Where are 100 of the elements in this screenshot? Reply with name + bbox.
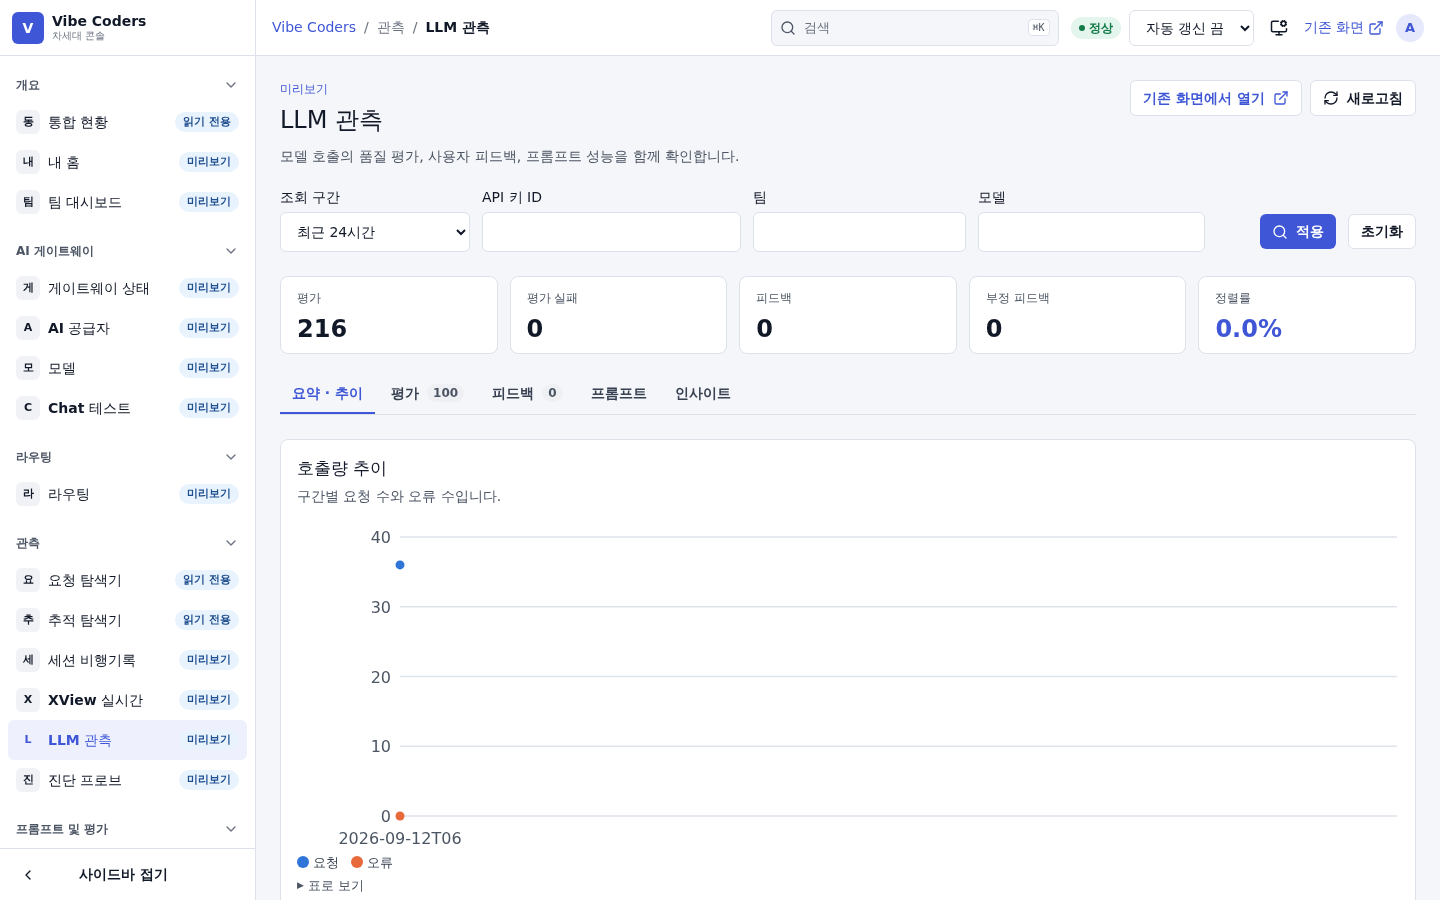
data-point [395,811,405,820]
item-badge: 미리보기 [179,397,239,419]
sidebar-item[interactable]: 내 내 홈 미리보기 [8,142,247,182]
item-badge: 미리보기 [179,769,239,791]
item-badge: 미리보기 [179,649,239,671]
legacy-link[interactable]: 기존 화면 [1303,17,1384,38]
stat-label: 평가 [297,290,322,307]
page-description: 모델 호출의 품질 평가, 사용자 피드백, 프롬프트 성능을 함께 확인합니다. [280,147,740,166]
item-label: 내 홈 [48,152,82,172]
item-label: 게이트웨이 상태 [48,278,152,298]
item-badge: 미리보기 [179,357,239,379]
item-label: 요청 탐색기 [48,570,124,590]
sidebar-item[interactable]: 모 모델 미리보기 [8,348,247,388]
tab[interactable]: 평가 100 [379,374,477,414]
status-badge: 정상 [1070,16,1121,39]
item-label: 진단 프로브 [48,770,124,790]
card-title: 호출량 추이 [297,457,389,480]
tab-count: 100 [427,384,465,402]
breadcrumb[interactable]: 관측 [376,17,405,38]
tab[interactable]: 피드백 0 [480,374,575,414]
open-legacy-button[interactable]: 기존 화면에서 열기 [1130,80,1302,116]
auto-refresh-select[interactable]: 자동 갱신 끔 [1128,9,1254,46]
breadcrumb: LLM 관측 [425,18,491,37]
filter-input[interactable] [482,212,741,252]
item-label: 라우팅 [48,484,91,504]
monitor-icon[interactable] [1269,18,1288,37]
sidebar-item[interactable]: 세 세션 비행기록 미리보기 [8,640,247,680]
sidebar-item[interactable]: A AI 공급자 미리보기 [8,308,247,348]
data-point [395,559,405,569]
sidebar-item[interactable]: L LLM 관측 미리보기 [8,720,247,760]
item-initial: 내 [16,150,40,174]
item-label: XView 실시간 [48,690,145,710]
item-label: 추적 탐색기 [48,610,124,630]
item-badge: 읽기 전용 [175,111,239,133]
item-badge: 미리보기 [179,277,239,299]
period-select[interactable]: 최근 24시간 [280,212,470,252]
item-label: LLM 관측 [48,730,114,750]
refresh-button[interactable]: 새로고침 [1310,80,1416,116]
item-label: Chat 테스트 [48,398,132,418]
sidebar-item[interactable]: C Chat 테스트 미리보기 [8,388,247,428]
stat-value: 0 [526,314,545,345]
item-initial: 요 [16,568,40,592]
item-label: 세션 비행기록 [48,650,138,670]
stat-value: 216 [297,314,349,345]
sidebar-item[interactable]: 추 추적 탐색기 읽기 전용 [8,600,247,640]
section-title: 라우팅 [16,449,52,466]
item-label: 통합 현황 [48,112,110,132]
item-initial: 팀 [16,190,40,214]
collapse-sidebar-button[interactable]: 사이드바 접기 [0,848,255,900]
sidebar-item[interactable]: 동 통합 현황 읽기 전용 [8,102,247,142]
item-label: 팀 대시보드 [48,192,124,212]
section-title: 프롬프트 및 평가 [16,821,109,838]
tab-count: 0 [542,384,563,402]
tab[interactable]: 요약 · 추이 [280,374,376,414]
item-initial: 세 [16,648,40,672]
item-initial: A [16,316,40,340]
stat-label: 평가 실패 [526,290,580,307]
card-subtitle: 구간별 요청 수와 오류 수입니다. [297,486,503,506]
item-initial: L [23,731,33,748]
brand-name: Vibe Coders [52,12,147,30]
search-input[interactable]: 검색 [803,17,1020,38]
eyebrow-label: 미리보기 [280,81,329,98]
avatar[interactable]: A [1396,13,1424,42]
item-initial: 동 [16,110,40,134]
stat-value: 0.0% [1215,314,1283,345]
breadcrumb[interactable]: Vibe Coders [272,17,356,38]
filter-input[interactable] [753,212,966,252]
reset-button[interactable]: 초기화 [1348,214,1416,249]
breadcrumb-separator: / [364,18,369,37]
sidebar-item[interactable]: 요 요청 탐색기 읽기 전용 [8,560,247,600]
item-badge: 미리보기 [179,191,239,213]
breadcrumb-separator: / [412,18,418,37]
item-initial: 게 [16,276,40,300]
item-badge: 읽기 전용 [175,609,239,631]
item-initial: C [16,396,40,420]
tab[interactable]: 인사이트 [662,374,743,414]
stat-label: 부정 피드백 [985,290,1051,307]
item-badge: 미리보기 [179,483,239,505]
apply-button[interactable]: 적용 [1260,214,1336,249]
stat-value: 0 [756,314,774,345]
stat-label: 피드백 [756,290,794,307]
table-toggle[interactable]: ▶ 표로 보기 [297,876,365,896]
sidebar-item[interactable]: 게 게이트웨이 상태 미리보기 [8,268,247,308]
legend-label: 요청 [313,853,339,872]
brand-subtitle: 차세대 콘솔 [52,30,107,43]
item-initial: X [16,688,40,712]
search-field[interactable]: 검색 ⌘K [770,9,1059,46]
item-initial: 추 [16,608,40,632]
filter-input[interactable] [978,212,1205,252]
brand-logo: V [12,11,44,44]
sidebar-item[interactable]: 진 진단 프로브 미리보기 [8,760,247,800]
filter-label: 팀 [753,188,768,207]
filter-label: API 키 ID [482,188,543,207]
sidebar-item[interactable]: 팀 팀 대시보드 미리보기 [8,182,247,222]
sidebar-item[interactable]: 라 라우팅 미리보기 [8,474,247,514]
external-link-icon [1273,90,1289,106]
search-icon [779,19,796,36]
item-initial: 진 [16,768,40,792]
tab[interactable]: 프롬프트 [578,374,659,414]
sidebar-item[interactable]: X XView 실시간 미리보기 [8,680,247,720]
